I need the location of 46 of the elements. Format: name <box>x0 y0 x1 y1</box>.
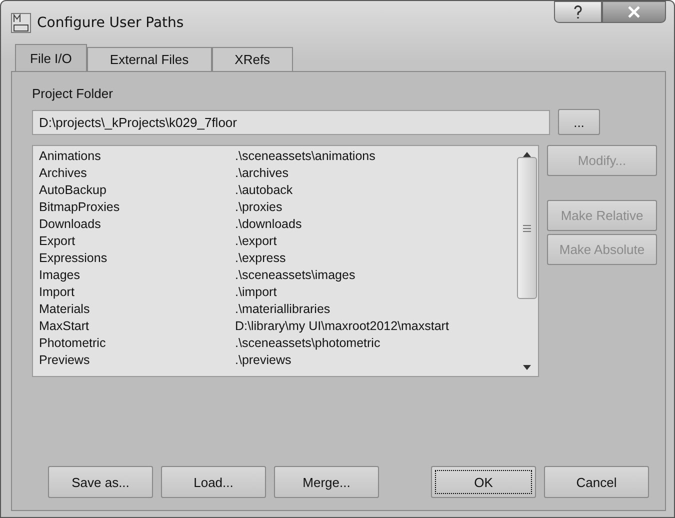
tab[interactable]: External Files <box>86 47 212 71</box>
window-title: Configure User Paths <box>37 15 185 31</box>
path-value[interactable]: .\previews <box>235 352 516 369</box>
project-folder-label: Project Folder <box>32 86 114 101</box>
help-icon <box>573 5 583 19</box>
path-value[interactable]: D:\library\my UI\maxroot2012\maxstart <box>235 318 516 335</box>
dialog-button[interactable]: Save as... <box>48 466 153 498</box>
help-button[interactable] <box>554 1 602 23</box>
path-value[interactable]: .\import <box>235 284 516 301</box>
path-name[interactable]: Downloads <box>39 216 235 233</box>
path-name[interactable]: Archives <box>39 165 235 182</box>
path-name[interactable]: Animations <box>39 148 235 165</box>
close-button[interactable] <box>602 1 666 23</box>
close-icon <box>628 6 640 18</box>
path-name[interactable]: MaxStart <box>39 318 235 335</box>
grip-icon <box>523 224 531 232</box>
path-name[interactable]: BitmapProxies <box>39 199 235 216</box>
path-name[interactable]: Import <box>39 284 235 301</box>
path-value[interactable]: .\materiallibraries <box>235 301 516 318</box>
path-value[interactable]: .\downloads <box>235 216 516 233</box>
path-name[interactable]: Images <box>39 267 235 284</box>
browse-button[interactable]: ... <box>558 109 600 135</box>
path-value[interactable]: .\export <box>235 233 516 250</box>
path-name[interactable]: Photometric <box>39 335 235 352</box>
app-logo-icon <box>11 13 31 33</box>
tab[interactable]: File I/O <box>15 44 87 71</box>
dialog-button[interactable]: Merge... <box>274 466 379 498</box>
path-name[interactable]: Expressions <box>39 250 235 267</box>
dialog-button[interactable]: OK <box>431 466 536 498</box>
dialog-button[interactable]: Cancel <box>544 466 649 498</box>
path-name[interactable]: Materials <box>39 301 235 318</box>
scroll-thumb[interactable] <box>517 157 537 299</box>
scroll-down-icon <box>523 365 531 370</box>
path-name[interactable]: Export <box>39 233 235 250</box>
path-name[interactable]: Previews <box>39 352 235 369</box>
path-value[interactable]: .\sceneassets\photometric <box>235 335 516 352</box>
project-folder-field[interactable]: D:\projects\_kProjects\k029_7floor <box>32 110 550 134</box>
path-name[interactable]: AutoBackup <box>39 182 235 199</box>
path-value[interactable]: .\proxies <box>235 199 516 216</box>
path-value[interactable]: .\autoback <box>235 182 516 199</box>
path-value[interactable]: .\sceneassets\images <box>235 267 516 284</box>
path-value[interactable]: .\archives <box>235 165 516 182</box>
path-value[interactable]: .\sceneassets\animations <box>235 148 516 165</box>
path-value[interactable]: .\express <box>235 250 516 267</box>
dialog-button[interactable]: Load... <box>161 466 266 498</box>
tab[interactable]: XRefs <box>212 47 294 71</box>
